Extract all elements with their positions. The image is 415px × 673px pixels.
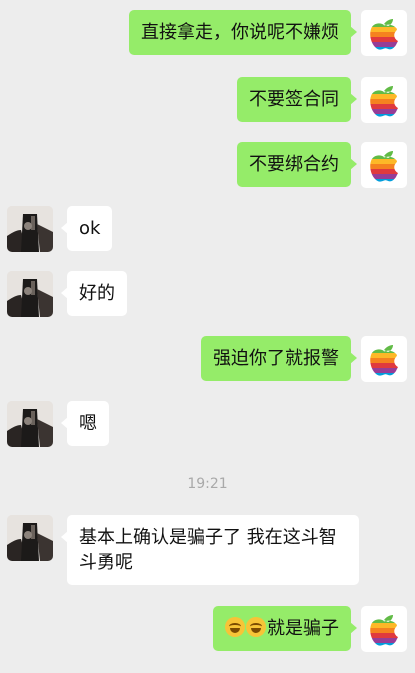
contact-photo-avatar xyxy=(7,206,53,252)
contact-avatar[interactable] xyxy=(7,515,53,561)
contact-avatar[interactable] xyxy=(7,401,53,447)
rainbow-apple-logo-icon xyxy=(370,151,399,182)
message-bubble[interactable]: 不要绑合约 xyxy=(237,142,357,187)
message-bubble[interactable]: 嗯 xyxy=(61,401,109,446)
message-bubble[interactable]: 不要签合同 xyxy=(237,77,357,122)
message-bubble[interactable]: 好的 xyxy=(61,271,127,316)
message-bubble[interactable]: ok xyxy=(60,206,113,251)
message-bubble[interactable]: 直接拿走，你说呢不嫌烦 xyxy=(129,10,357,55)
message-bubble[interactable]: 强迫你了就报警 xyxy=(201,336,357,381)
message-bubble[interactable]: 基本上确认是骗子了 我在这斗智斗勇呢 xyxy=(61,515,359,585)
rolling-on-floor-laughing-emoji xyxy=(246,617,266,637)
rainbow-apple-logo-icon xyxy=(370,86,399,117)
contact-avatar[interactable] xyxy=(7,271,53,317)
contact-avatar[interactable] xyxy=(7,206,53,252)
message-bubble[interactable]: 就是骗子 xyxy=(213,606,357,651)
contact-photo-avatar xyxy=(7,401,53,447)
my-avatar[interactable] xyxy=(361,142,407,188)
rainbow-apple-logo-icon xyxy=(370,345,399,376)
chat-timestamp: 19:21 xyxy=(187,476,228,492)
contact-photo-avatar xyxy=(7,271,53,317)
rainbow-apple-logo-icon xyxy=(370,19,399,50)
message-text: 就是骗子 xyxy=(267,618,339,639)
my-avatar[interactable] xyxy=(361,10,407,56)
face-with-tears-of-joy-emoji xyxy=(225,617,245,637)
rainbow-apple-logo-icon xyxy=(370,615,399,646)
my-avatar[interactable] xyxy=(361,606,407,652)
contact-photo-avatar xyxy=(7,515,53,561)
my-avatar[interactable] xyxy=(361,77,407,123)
my-avatar[interactable] xyxy=(361,336,407,382)
